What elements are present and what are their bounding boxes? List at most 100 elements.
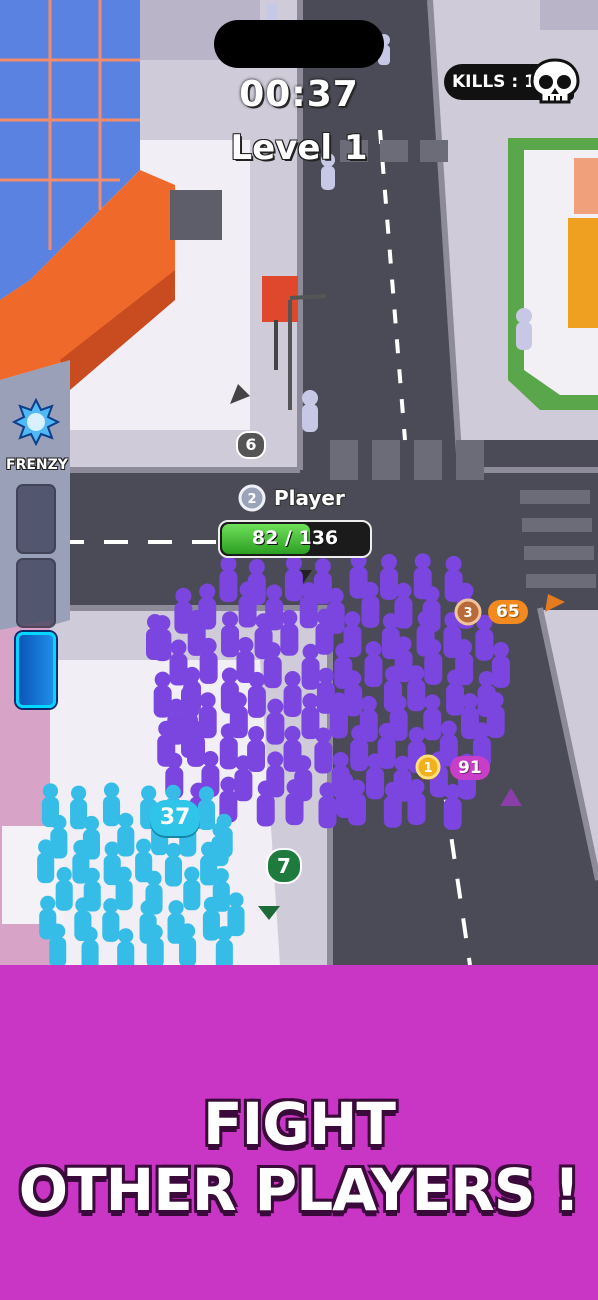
crowd-figure bbox=[487, 692, 504, 709]
crowd-figure bbox=[266, 712, 285, 745]
crowd-figure bbox=[382, 613, 399, 630]
crowd-figure bbox=[118, 812, 134, 828]
crowd-figure bbox=[314, 741, 333, 774]
crowd-figure bbox=[446, 683, 465, 716]
crowd-figure bbox=[175, 587, 192, 604]
crowd-figure bbox=[102, 795, 121, 827]
green-crowd-count: 7 bbox=[266, 848, 302, 884]
crowd-figure bbox=[182, 712, 198, 728]
crowd-figure bbox=[316, 608, 333, 625]
crowd-figure bbox=[407, 679, 426, 712]
crowd-figure bbox=[390, 694, 407, 711]
crowd-figure bbox=[198, 786, 215, 802]
crowd-figure bbox=[302, 693, 319, 710]
crowd-figure bbox=[215, 939, 233, 965]
crowd-figure bbox=[220, 723, 237, 740]
crowd-figure bbox=[136, 838, 152, 854]
crowd-figure bbox=[299, 596, 318, 629]
crowd-figure bbox=[199, 651, 218, 684]
crowd-figure bbox=[230, 692, 247, 709]
crowd-figure bbox=[295, 755, 312, 772]
crowd-figure bbox=[263, 656, 282, 689]
crowd-figure bbox=[199, 583, 216, 600]
crowd-figure bbox=[202, 751, 219, 768]
crowd-figure bbox=[345, 670, 362, 687]
crowd-figure bbox=[365, 641, 382, 658]
crowd-figure bbox=[417, 610, 434, 627]
crowd-figure bbox=[103, 898, 119, 914]
enemy-rank-number: 1 bbox=[423, 761, 432, 776]
crowd-figure bbox=[284, 569, 303, 602]
crowd-figure bbox=[424, 652, 443, 685]
crowd-figure bbox=[379, 567, 398, 600]
crowd-figure bbox=[227, 905, 245, 937]
crowd-figure bbox=[55, 880, 73, 911]
powerup-slot-active[interactable] bbox=[16, 632, 56, 708]
crowd-figure bbox=[445, 555, 462, 572]
crowd-figure bbox=[75, 897, 91, 913]
crowd-figure bbox=[285, 793, 304, 826]
powerup-slot-empty[interactable] bbox=[16, 484, 56, 554]
crowd-figure bbox=[423, 708, 442, 741]
crowd-figure bbox=[395, 636, 412, 653]
crowd-figure bbox=[247, 685, 266, 718]
crowd-figure bbox=[153, 685, 172, 718]
crowd-figure bbox=[318, 796, 337, 829]
crowd-figure bbox=[197, 799, 216, 831]
crowd-figure bbox=[237, 637, 254, 654]
crowd-figure bbox=[314, 558, 331, 575]
crowd-figure bbox=[330, 692, 347, 709]
crowd-figure bbox=[424, 694, 441, 711]
crowd-figure bbox=[267, 698, 284, 715]
crowd-figure bbox=[366, 767, 385, 800]
crowd-figure bbox=[380, 553, 397, 570]
crowd-figure bbox=[283, 684, 302, 717]
crowd-figure bbox=[103, 782, 120, 798]
crowd-figure bbox=[248, 671, 265, 688]
powerup-slot-empty[interactable] bbox=[16, 558, 56, 628]
crowd-figure bbox=[286, 779, 303, 796]
crowd-figure bbox=[408, 727, 425, 744]
crowd-figure bbox=[73, 839, 89, 856]
crowd-figure bbox=[317, 667, 334, 684]
crowd-figure bbox=[281, 609, 298, 626]
crowd-figure bbox=[188, 609, 205, 626]
crowd-figure bbox=[170, 639, 187, 656]
crowd-figure bbox=[221, 667, 238, 684]
crowd-figure bbox=[319, 782, 336, 799]
crowd-figure bbox=[104, 841, 120, 857]
crowd-figure bbox=[362, 581, 379, 598]
crowd-figure bbox=[461, 693, 478, 710]
crowd-figure bbox=[140, 900, 156, 916]
crowd-figure bbox=[444, 783, 461, 800]
enemy-rank-number: 3 bbox=[463, 606, 472, 621]
crowd-figure bbox=[383, 795, 402, 828]
crowd-figure bbox=[147, 614, 163, 630]
crowd-figure bbox=[407, 792, 426, 825]
crowd-figure bbox=[235, 755, 252, 772]
level-label: Level 1 bbox=[230, 128, 368, 168]
crowd-figure bbox=[154, 671, 171, 688]
promo-headline-line2: OTHER PLAYERS ! bbox=[18, 1156, 580, 1224]
crowd-figure bbox=[102, 911, 120, 942]
crowd-figure bbox=[329, 706, 348, 739]
crowd-figure bbox=[84, 867, 100, 883]
crowd-figure bbox=[456, 639, 473, 656]
crowd-figure bbox=[81, 940, 99, 965]
crowd-figure bbox=[199, 692, 216, 709]
crowd-figure bbox=[146, 628, 164, 660]
crowd-figure bbox=[179, 936, 197, 965]
crowd-figure bbox=[179, 923, 196, 939]
crowd-figure bbox=[219, 737, 238, 770]
crowd-figure bbox=[284, 725, 301, 742]
crowd-figure bbox=[221, 625, 240, 658]
crowd-figure bbox=[183, 879, 201, 911]
crowd-figure bbox=[49, 936, 67, 965]
frenzy-label: FRENZY bbox=[6, 457, 68, 473]
frenzy-icon[interactable] bbox=[12, 398, 60, 446]
enemy-rank-badge-3: 3 bbox=[454, 598, 482, 626]
crowd-figure bbox=[220, 776, 237, 793]
crowd-figure bbox=[228, 892, 244, 908]
crowd-figure bbox=[384, 781, 401, 798]
crowd-figure bbox=[423, 586, 440, 603]
